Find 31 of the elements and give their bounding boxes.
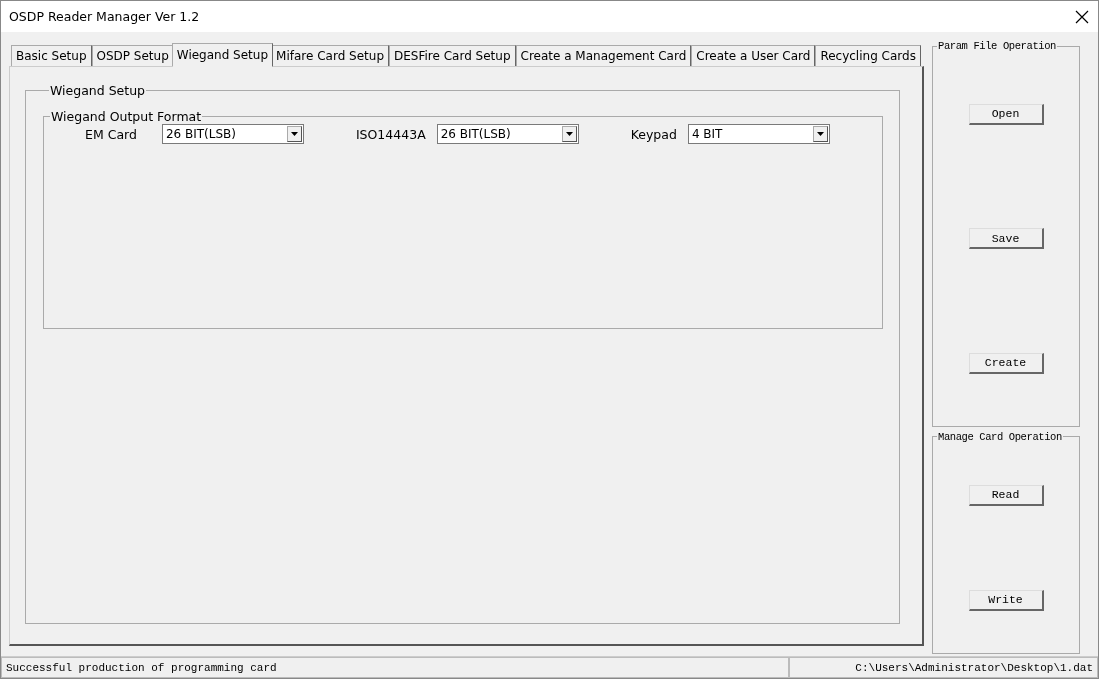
field-label: EM Card [85, 126, 137, 142]
tab[interactable]: Recycling Cards [815, 45, 921, 66]
field-label: Keypad [630, 126, 677, 142]
group-title: Wiegand Output Format [50, 109, 203, 124]
tab[interactable]: Mifare Card Setup [271, 45, 389, 66]
close-icon [1074, 8, 1090, 25]
tab[interactable]: Basic Setup [11, 45, 92, 66]
status-message: Successful production of programming card [1, 657, 789, 678]
action-button[interactable]: Create [968, 352, 1044, 374]
caret-icon [816, 132, 824, 136]
group-title: Param File Operation [937, 40, 1058, 52]
action-button[interactable]: Open [968, 103, 1044, 125]
group-title: Manage Card Operation [937, 430, 1063, 443]
field-label: ISO14443A [355, 126, 426, 142]
action-button[interactable]: Save [968, 228, 1044, 250]
group-title: Wiegand Setup [49, 83, 147, 98]
dropdown[interactable]: 26 BIT(LSB) [436, 124, 579, 144]
file-path: C:\Users\Administrator\Desktop\1.dat [789, 657, 1098, 678]
tab[interactable]: Create a Management Card [515, 45, 692, 66]
action-button[interactable]: Write [968, 589, 1044, 611]
action-button[interactable]: Read [968, 484, 1044, 506]
close-button[interactable] [1074, 8, 1090, 25]
dropdown[interactable]: 4 BIT [687, 124, 830, 144]
caret-icon [290, 132, 298, 136]
tab[interactable]: Create a User Card [691, 45, 816, 66]
tab[interactable]: DESFire Card Setup [389, 45, 516, 66]
tab[interactable]: Wiegand Setup [171, 43, 274, 67]
tab[interactable]: OSDP Setup [91, 45, 174, 66]
window-title: OSDP Reader Manager Ver 1.2 [9, 9, 200, 24]
caret-icon [565, 132, 573, 136]
dropdown[interactable]: 26 BIT(LSB) [161, 124, 304, 144]
